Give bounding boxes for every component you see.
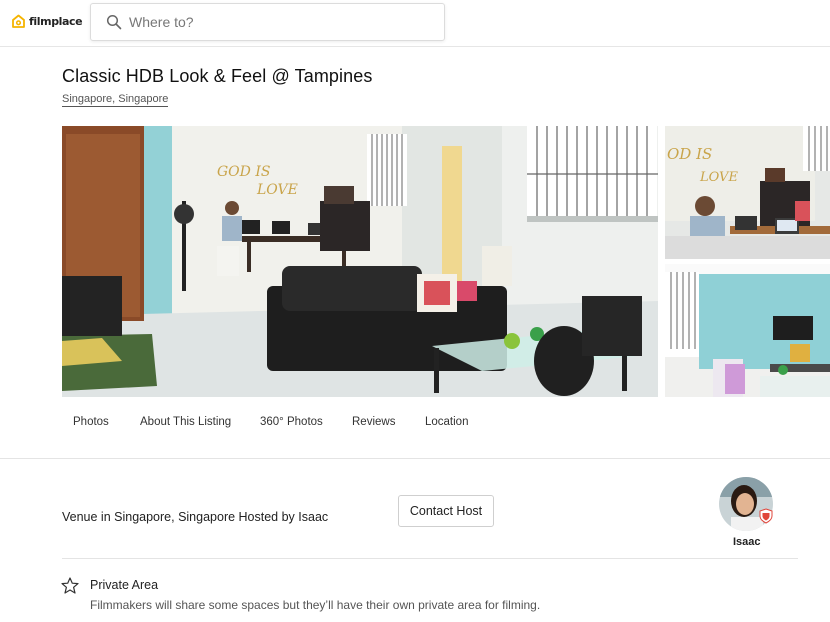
feature-description-private-area: Filmmakers will share some spaces but th… (90, 598, 541, 612)
filmplace-logo[interactable]: filmplace (11, 14, 83, 29)
thumb-wall-text-line1: OD IS (667, 145, 712, 163)
listing-title: Classic HDB Look & Feel @ Tampines (62, 66, 373, 86)
main-listing-photo[interactable]: GOD IS LOVE (62, 126, 658, 397)
star-icon (61, 577, 79, 594)
search-icon (106, 14, 122, 30)
thumb-wall-text-line2: LOVE (699, 170, 738, 185)
host-summary: Venue in Singapore, Singapore Hosted by … (62, 510, 329, 524)
listing-photo-thumbnail-1[interactable]: OD IS LOVE (665, 126, 830, 259)
host-divider (62, 558, 798, 559)
search-input[interactable] (129, 12, 429, 32)
tab-location[interactable]: Location (425, 416, 468, 428)
logo-text: filmplace (29, 15, 83, 28)
home-pin-icon (12, 14, 25, 28)
listing-photo-thumbnail-2[interactable] (665, 264, 830, 397)
wall-text-god-is: GOD IS (217, 164, 270, 180)
top-navbar: filmplace (0, 0, 830, 47)
tab-reviews[interactable]: Reviews (352, 416, 395, 428)
listing-tabs: Photos About This Listing 360° Photos Re… (0, 404, 830, 442)
tab-photos[interactable]: Photos (73, 416, 109, 428)
search-box[interactable] (90, 3, 445, 41)
tab-about-this-listing[interactable]: About This Listing (140, 416, 231, 428)
verified-badge-icon (759, 508, 773, 524)
feature-title-private-area: Private Area (90, 578, 159, 592)
host-name: Isaac (733, 536, 761, 548)
contact-host-button[interactable]: Contact Host (398, 495, 494, 527)
section-divider (0, 458, 830, 459)
listing-location-link[interactable]: Singapore, Singapore (62, 93, 169, 107)
tab-360-photos[interactable]: 360° Photos (260, 416, 323, 428)
wall-text-love: LOVE (256, 182, 298, 198)
